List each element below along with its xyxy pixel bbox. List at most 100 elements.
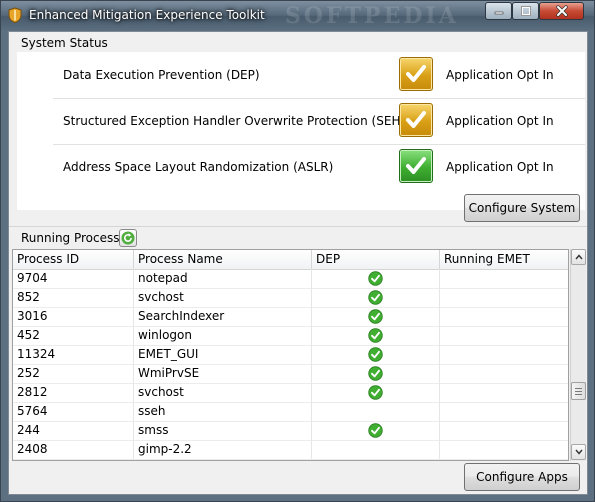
minimize-button[interactable] — [485, 2, 512, 20]
cell-running-emet — [440, 364, 568, 383]
cell-process-id: 2408 — [13, 440, 134, 459]
cell-dep — [312, 288, 440, 307]
minimize-icon — [494, 11, 503, 15]
section-divider — [9, 226, 587, 227]
cell-process-name: winlogon — [134, 326, 312, 345]
dep-enabled-check-icon — [368, 385, 383, 400]
scroll-up-button[interactable] — [571, 249, 586, 265]
cell-process-name: sseh — [134, 402, 312, 421]
table-row[interactable]: 5764 sseh — [13, 402, 568, 422]
grip-line — [575, 387, 582, 389]
maximize-button[interactable] — [512, 2, 539, 20]
chevron-down-icon — [575, 449, 583, 455]
dep-enabled-check-icon — [368, 290, 383, 305]
cell-running-emet — [440, 345, 568, 364]
running-processes-label: Running Processes — [21, 231, 134, 245]
table-row[interactable]: 9704 notepad — [13, 269, 568, 289]
refresh-icon — [121, 231, 135, 245]
table-row[interactable]: 852 svchost — [13, 288, 568, 308]
maximize-icon — [520, 6, 531, 16]
cell-process-name: EMET_GUI — [134, 345, 312, 364]
column-header-dep[interactable]: DEP — [312, 250, 440, 269]
cell-dep — [312, 345, 440, 364]
cell-process-id: 452 — [13, 326, 134, 345]
window-title: Enhanced Mitigation Experience Toolkit — [29, 8, 265, 22]
column-header-process-id[interactable]: Process ID — [13, 250, 134, 269]
cell-dep — [312, 440, 440, 459]
cell-running-emet — [440, 440, 568, 459]
emet-app-icon — [8, 7, 22, 23]
cell-dep — [312, 307, 440, 326]
close-button[interactable] — [539, 2, 584, 20]
title-bar[interactable]: Enhanced Mitigation Experience Toolkit S… — [1, 1, 594, 31]
grip-line — [575, 390, 582, 392]
cell-process-id: 9704 — [13, 269, 134, 288]
cell-running-emet — [440, 383, 568, 402]
status-item-name: Structured Exception Handler Overwrite P… — [63, 114, 422, 128]
table-row[interactable]: 244 smss — [13, 421, 568, 441]
dep-enabled-check-icon — [368, 423, 383, 438]
refresh-button[interactable] — [119, 229, 137, 247]
table-row[interactable]: 2408 gimp-2.2 — [13, 440, 568, 460]
configure-apps-button[interactable]: Configure Apps — [464, 463, 580, 491]
table-row[interactable]: 2812 svchost — [13, 383, 568, 403]
cell-process-name: svchost — [134, 383, 312, 402]
status-row-aslr: Address Space Layout Randomization (ASLR… — [53, 144, 585, 190]
cell-dep — [312, 421, 440, 440]
cell-process-name: svchost — [134, 288, 312, 307]
softpedia-watermark: SOFTPEDIA — [285, 3, 459, 29]
cell-dep — [312, 383, 440, 402]
status-item-name: Data Execution Prevention (DEP) — [63, 68, 260, 82]
check-yellow-icon — [399, 103, 433, 137]
table-row[interactable]: 3016 SearchIndexer — [13, 307, 568, 327]
cell-process-id: 252 — [13, 364, 134, 383]
table-header: Process ID Process Name DEP Running EMET — [13, 250, 568, 270]
status-item-value: Application Opt In — [446, 114, 554, 128]
system-status-panel: Data Execution Prevention (DEP) Applicat… — [17, 52, 585, 210]
cell-process-id: 2812 — [13, 383, 134, 402]
cell-process-name: notepad — [134, 269, 312, 288]
system-status-label: System Status — [21, 36, 108, 50]
cell-process-name: smss — [134, 421, 312, 440]
chevron-up-icon — [575, 254, 583, 260]
status-row-sehop: Structured Exception Handler Overwrite P… — [53, 98, 585, 145]
cell-running-emet — [440, 269, 568, 288]
check-yellow-icon — [399, 57, 433, 91]
column-header-running-emet[interactable]: Running EMET — [440, 250, 568, 269]
vertical-scrollbar[interactable] — [570, 249, 586, 461]
cell-process-id: 3016 — [13, 307, 134, 326]
status-item-name: Address Space Layout Randomization (ASLR… — [63, 160, 334, 174]
dep-enabled-check-icon — [368, 271, 383, 286]
cell-dep — [312, 269, 440, 288]
emet-window: Enhanced Mitigation Experience Toolkit S… — [0, 0, 595, 502]
table-row[interactable]: 452 winlogon — [13, 326, 568, 346]
dep-enabled-check-icon — [368, 309, 383, 324]
cell-process-name: WmiPrvSE — [134, 364, 312, 383]
configure-system-button[interactable]: Configure System — [464, 194, 580, 222]
close-icon — [555, 5, 568, 17]
status-item-value: Application Opt In — [446, 68, 554, 82]
cell-running-emet — [440, 421, 568, 440]
cell-dep — [312, 364, 440, 383]
cell-process-id: 244 — [13, 421, 134, 440]
cell-process-id: 5764 — [13, 402, 134, 421]
dep-enabled-check-icon — [368, 347, 383, 362]
grip-line — [575, 393, 582, 395]
cell-running-emet — [440, 288, 568, 307]
status-row-dep: Data Execution Prevention (DEP) Applicat… — [53, 52, 585, 99]
cell-process-id: 11324 — [13, 345, 134, 364]
column-header-process-name[interactable]: Process Name — [134, 250, 312, 269]
main-panel: System Status Data Execution Prevention … — [8, 31, 588, 495]
scroll-thumb[interactable] — [571, 381, 586, 400]
cell-dep — [312, 326, 440, 345]
scroll-down-button[interactable] — [571, 444, 586, 460]
table-row[interactable]: 11324 EMET_GUI — [13, 345, 568, 365]
dep-enabled-check-icon — [368, 328, 383, 343]
dep-enabled-check-icon — [368, 366, 383, 381]
process-table: Process ID Process Name DEP Running EMET… — [12, 249, 569, 461]
check-green-icon — [399, 149, 433, 183]
cell-process-name: SearchIndexer — [134, 307, 312, 326]
cell-process-name: gimp-2.2 — [134, 440, 312, 459]
table-row[interactable]: 252 WmiPrvSE — [13, 364, 568, 384]
cell-dep — [312, 402, 440, 421]
